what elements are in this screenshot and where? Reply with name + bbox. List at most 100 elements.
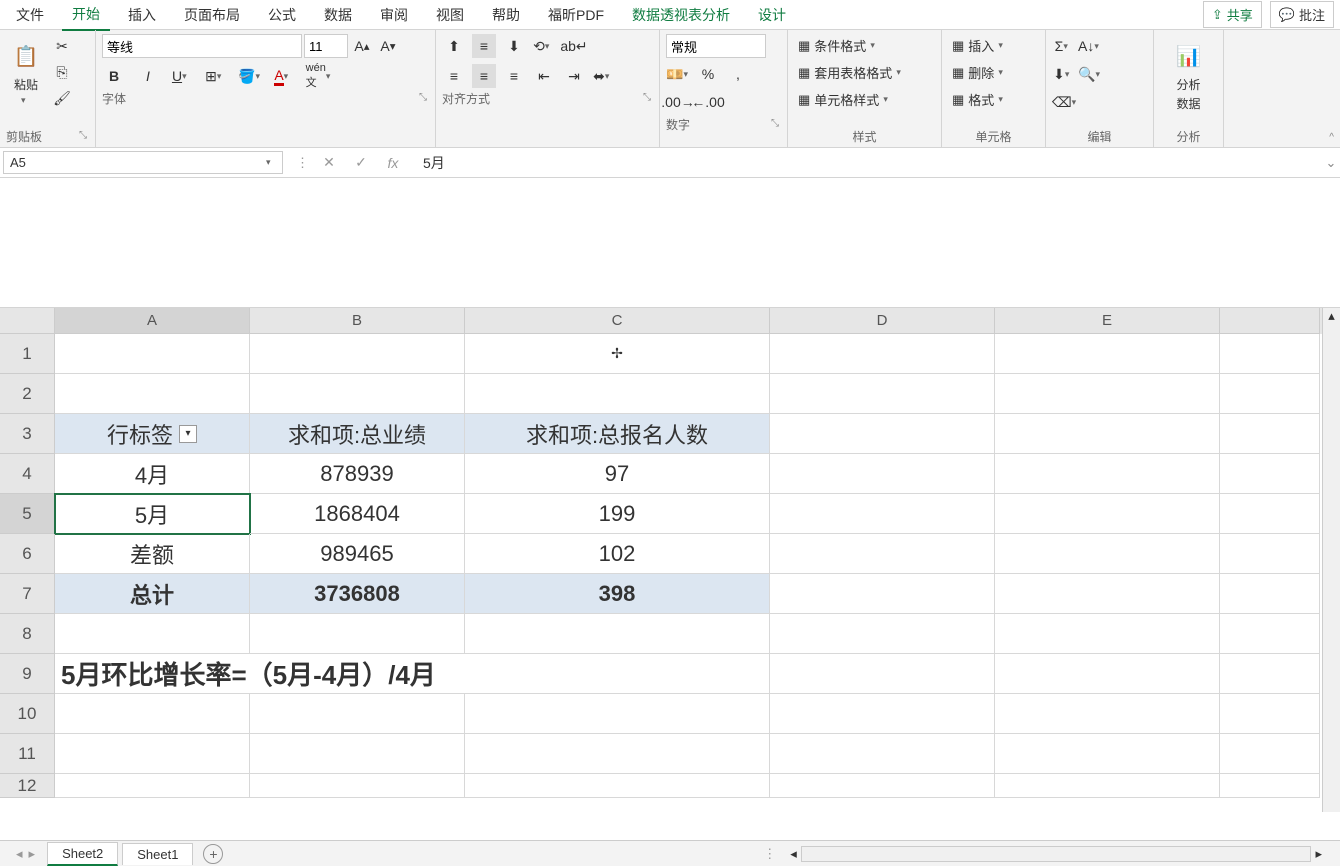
horizontal-scrollbar[interactable] [801,846,1312,862]
increase-decimal-button[interactable]: .00→ [666,90,690,114]
collapse-ribbon-button[interactable]: ^ [1327,132,1336,143]
next-sheet-button[interactable]: ▸ [29,846,36,862]
insert-cells-button[interactable]: ▦插入▾ [948,34,1039,57]
font-size-select[interactable] [304,34,348,58]
tab-view[interactable]: 视图 [426,0,474,30]
expand-formula-bar-button[interactable]: ⌄ [1322,148,1340,177]
tab-review[interactable]: 审阅 [370,0,418,30]
number-launcher[interactable]: ⤡ [769,118,781,129]
add-sheet-button[interactable]: + [203,844,223,864]
row-header-1[interactable]: 1 [0,334,55,374]
select-all-corner[interactable] [0,308,55,334]
prev-sheet-button[interactable]: ◂ [16,846,23,862]
increase-font-button[interactable]: A▴ [350,34,374,58]
col-header-b[interactable]: B [250,308,465,334]
format-as-table-button[interactable]: ▦套用表格格式▾ [794,61,935,84]
tab-insert[interactable]: 插入 [118,0,166,30]
find-select-button[interactable]: 🔍▾ [1078,62,1102,86]
align-left-button[interactable]: ≡ [442,64,466,88]
percent-button[interactable]: % [696,62,720,86]
sheet-tab-sheet1[interactable]: Sheet1 [122,843,193,865]
alignment-launcher[interactable]: ⤡ [641,92,653,103]
font-name-select[interactable] [102,34,302,58]
name-box[interactable]: A5▾ [3,151,283,174]
cut-button[interactable]: ✂ [50,34,74,58]
phonetic-button[interactable]: wén文▾ [306,64,330,88]
increase-indent-button[interactable]: ⇥ [562,64,586,88]
comma-button[interactable]: , [726,62,750,86]
tab-formulas[interactable]: 公式 [258,0,306,30]
row-header-4[interactable]: 4 [0,454,55,494]
copy-button[interactable]: ⎘ [50,60,74,84]
tab-data[interactable]: 数据 [314,0,362,30]
row-header-12[interactable]: 12 [0,774,55,798]
align-center-button[interactable]: ≡ [472,64,496,88]
bold-button[interactable]: B [102,64,126,88]
col-header-f[interactable] [1220,308,1320,334]
enter-formula-button[interactable]: ✓ [349,151,373,175]
tab-pivot-analyze[interactable]: 数据透视表分析 [622,0,740,30]
scroll-left-button[interactable]: ◂ [790,846,797,862]
tab-help[interactable]: 帮助 [482,0,530,30]
align-middle-button[interactable]: ≡ [472,34,496,58]
row-header-8[interactable]: 8 [0,614,55,654]
row-header-7[interactable]: 7 [0,574,55,614]
row-header-10[interactable]: 10 [0,694,55,734]
col-header-a[interactable]: A [55,308,250,334]
delete-cells-button[interactable]: ▦删除▾ [948,61,1039,84]
tab-page-layout[interactable]: 页面布局 [174,0,250,30]
vertical-scrollbar[interactable]: ▴ [1322,308,1340,812]
align-right-button[interactable]: ≡ [502,64,526,88]
clipboard-launcher[interactable]: ⤡ [77,130,89,141]
tab-foxit-pdf[interactable]: 福昕PDF [538,0,614,30]
formula-input[interactable]: 5月 [415,148,1322,177]
fill-color-button[interactable]: 🪣▾ [238,64,262,88]
scroll-right-button[interactable]: ▸ [1315,846,1322,862]
tab-design[interactable]: 设计 [748,0,796,30]
clear-button[interactable]: ⌫▾ [1052,90,1076,114]
number-format-select[interactable] [666,34,766,58]
border-button[interactable]: ⊞▾ [204,64,228,88]
italic-button[interactable]: I [136,64,160,88]
decrease-decimal-button[interactable]: ←.00 [696,90,720,114]
row-header-2[interactable]: 2 [0,374,55,414]
pivot-filter-dropdown[interactable]: ▾ [179,425,197,443]
font-color-button[interactable]: A▾ [272,64,296,88]
decrease-indent-button[interactable]: ⇤ [532,64,556,88]
orientation-button[interactable]: ⟲▾ [532,34,556,58]
col-header-e[interactable]: E [995,308,1220,334]
row-header-11[interactable]: 11 [0,734,55,774]
insert-function-button[interactable]: fx [381,151,405,175]
row-header-6[interactable]: 6 [0,534,55,574]
col-header-d[interactable]: D [770,308,995,334]
row-header-3[interactable]: 3 [0,414,55,454]
align-top-button[interactable]: ⬆ [442,34,466,58]
comments-button[interactable]: 💬批注 [1270,1,1334,28]
autosum-button[interactable]: Σ▾ [1052,34,1076,58]
cancel-formula-button[interactable]: ✕ [317,151,341,175]
tab-home[interactable]: 开始 [62,0,110,31]
decrease-font-button[interactable]: A▾ [376,34,400,58]
sort-filter-button[interactable]: A↓▾ [1078,34,1102,58]
row-header-9[interactable]: 9 [0,654,55,694]
conditional-format-button[interactable]: ▦条件格式▾ [794,34,935,57]
format-painter-button[interactable]: 🖌 [50,86,74,110]
row-header-5[interactable]: 5 [0,494,55,534]
align-bottom-button[interactable]: ⬇ [502,34,526,58]
wrap-text-button[interactable]: ab↵ [562,34,586,58]
selected-cell[interactable]: 5月 [55,494,250,534]
underline-button[interactable]: U▾ [170,64,194,88]
share-button[interactable]: ⇪共享 [1203,1,1262,28]
currency-button[interactable]: 💴▾ [666,62,690,86]
analyze-data-button[interactable]: 📊 分析 数据 [1160,34,1217,116]
sheet-tab-sheet2[interactable]: Sheet2 [47,842,118,866]
font-launcher[interactable]: ⤡ [417,92,429,103]
spreadsheet-grid[interactable]: A B C D E 1✢ 2 3 行标签▾ 求和项:总业绩 求和项:总报名人数 … [0,308,1340,798]
format-cells-button[interactable]: ▦格式▾ [948,88,1039,111]
tab-file[interactable]: 文件 [6,0,54,30]
merge-button[interactable]: ⬌▾ [592,64,616,88]
fill-button[interactable]: ⬇▾ [1052,62,1076,86]
col-header-c[interactable]: C [465,308,770,334]
paste-button[interactable]: 📋 粘贴 ▾ [6,34,46,126]
cell-styles-button[interactable]: ▦单元格样式▾ [794,88,935,111]
